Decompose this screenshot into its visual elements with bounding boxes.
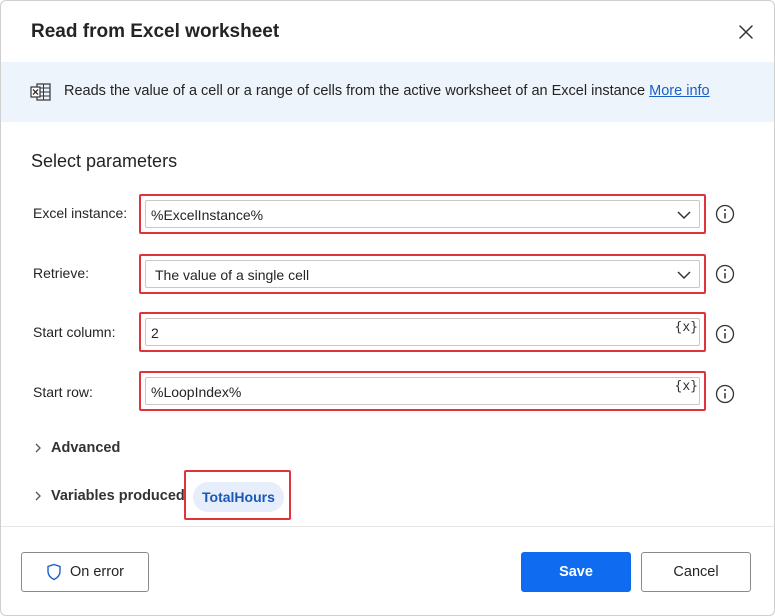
chevron-down-icon — [677, 211, 691, 220]
chevron-right-icon — [35, 491, 41, 501]
excel-icon — [30, 83, 51, 101]
start-column-input[interactable]: 2 {x} — [139, 312, 706, 352]
shield-icon — [47, 563, 61, 581]
start-row-value: %LoopIndex% — [151, 384, 242, 400]
retrieve-value: The value of a single cell — [155, 267, 310, 283]
info-icon[interactable] — [715, 384, 735, 404]
cancel-button[interactable]: Cancel — [641, 552, 751, 592]
info-banner: Reads the value of a cell or a range of … — [1, 62, 774, 122]
info-icon[interactable] — [715, 324, 735, 344]
start-column-input-inner — [145, 318, 700, 346]
on-error-label: On error — [70, 564, 124, 580]
start-column-label: Start column: — [33, 324, 116, 340]
read-from-excel-dialog: Read from Excel worksheet Reads the valu… — [0, 0, 775, 616]
start-row-label: Start row: — [33, 384, 93, 400]
banner-description: Reads the value of a cell or a range of … — [64, 83, 646, 99]
excel-instance-label: Excel instance: — [33, 205, 128, 221]
info-icon[interactable] — [715, 264, 735, 284]
close-icon[interactable] — [736, 22, 756, 42]
variables-produced-expander[interactable]: Variables produced — [33, 488, 185, 504]
info-icon[interactable] — [715, 204, 735, 224]
banner-text: Reads the value of a cell or a range of … — [64, 83, 710, 99]
retrieve-dropdown[interactable]: The value of a single cell — [139, 254, 706, 294]
variable-picker-button[interactable]: {x} — [675, 320, 698, 335]
chevron-right-icon — [35, 443, 41, 453]
excel-instance-value: %ExcelInstance% — [151, 207, 264, 223]
dialog-footer: On error Save Cancel — [1, 526, 774, 615]
more-info-link[interactable]: More info — [649, 83, 709, 99]
dialog-title: Read from Excel worksheet — [31, 21, 280, 42]
variable-chip-totalhours[interactable]: TotalHours — [193, 482, 284, 512]
retrieve-label: Retrieve: — [33, 265, 90, 281]
excel-instance-dropdown[interactable]: %ExcelInstance% — [139, 194, 706, 234]
on-error-button[interactable]: On error — [21, 552, 149, 592]
variables-highlight: TotalHours — [184, 470, 291, 520]
variable-picker-button[interactable]: {x} — [675, 379, 698, 394]
section-title: Select parameters — [31, 151, 178, 171]
start-column-value: 2 — [151, 325, 159, 341]
advanced-expander[interactable]: Advanced — [33, 440, 120, 456]
save-button[interactable]: Save — [521, 552, 631, 592]
start-row-input[interactable]: %LoopIndex% {x} — [139, 371, 706, 411]
chevron-down-icon — [677, 271, 691, 280]
advanced-label: Advanced — [51, 440, 121, 456]
variables-produced-label: Variables produced — [51, 488, 185, 504]
